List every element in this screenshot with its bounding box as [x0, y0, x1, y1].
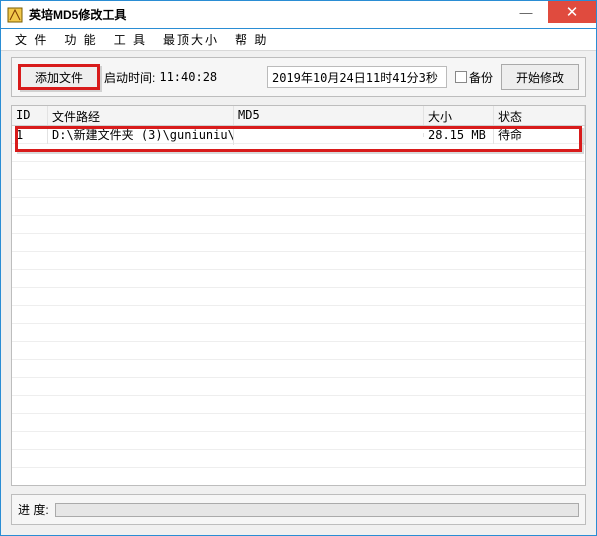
col-header-size[interactable]: 大小 [424, 106, 494, 125]
col-header-path[interactable]: 文件路经 [48, 106, 234, 125]
menu-bar: 文 件 功 能 工 具 最顶大小 帮 助 [1, 29, 596, 51]
table-row [12, 252, 585, 270]
window-title: 英培MD5修改工具 [29, 6, 126, 23]
table-row [12, 270, 585, 288]
minimize-button[interactable]: — [504, 1, 548, 23]
table-row [12, 360, 585, 378]
app-window: 英培MD5修改工具 — ✕ 文 件 功 能 工 具 最顶大小 帮 助 添加文件 … [0, 0, 597, 536]
window-controls: — ✕ [504, 1, 596, 23]
cell-status: 待命 [494, 126, 585, 145]
progress-bar [55, 503, 579, 517]
backup-label: 备份 [469, 69, 493, 86]
table-row [12, 396, 585, 414]
close-button[interactable]: ✕ [548, 1, 596, 23]
table-row[interactable]: 1 D:\新建文件夹 (3)\guniuniu\b... 28.15 MB 待命 [12, 126, 585, 144]
table-row [12, 450, 585, 468]
toolbar: 添加文件 启动时间: 11:40:28 2019年10月24日11时41分3秒 … [11, 57, 586, 97]
cell-id: 1 [12, 126, 48, 144]
table-row [12, 288, 585, 306]
add-file-button[interactable]: 添加文件 [18, 64, 100, 90]
table-header: ID 文件路经 MD5 大小 状态 [12, 106, 585, 126]
timestamp-text: 2019年10月24日11时41分3秒 [272, 69, 438, 86]
start-time-value: 11:40:28 [159, 70, 217, 84]
table-row [12, 414, 585, 432]
status-bar: 进 度: [11, 494, 586, 525]
cell-size: 28.15 MB [424, 126, 494, 144]
checkbox-icon [455, 71, 467, 83]
progress-label: 进 度: [18, 501, 49, 518]
menu-topmost[interactable]: 最顶大小 [155, 29, 227, 50]
file-table: ID 文件路经 MD5 大小 状态 1 D:\新建文件夹 (3)\guniuni… [11, 105, 586, 486]
table-row [12, 180, 585, 198]
table-row [12, 144, 585, 162]
backup-checkbox[interactable]: 备份 [455, 69, 493, 86]
table-row [12, 216, 585, 234]
table-row [12, 378, 585, 396]
table-row [12, 324, 585, 342]
cell-md5 [234, 133, 424, 137]
col-header-status[interactable]: 状态 [494, 106, 585, 125]
col-header-md5[interactable]: MD5 [234, 106, 424, 125]
table-row [12, 342, 585, 360]
table-row [12, 234, 585, 252]
app-icon [7, 7, 23, 23]
col-header-id[interactable]: ID [12, 106, 48, 125]
menu-file[interactable]: 文 件 [7, 29, 56, 50]
cell-path: D:\新建文件夹 (3)\guniuniu\b... [48, 126, 234, 145]
title-bar: 英培MD5修改工具 — ✕ [1, 1, 596, 29]
start-time-label: 启动时间: [104, 69, 155, 86]
table-row [12, 432, 585, 450]
menu-function[interactable]: 功 能 [56, 29, 105, 50]
menu-help[interactable]: 帮 助 [227, 29, 276, 50]
table-body[interactable]: 1 D:\新建文件夹 (3)\guniuniu\b... 28.15 MB 待命 [12, 126, 585, 485]
menu-tool[interactable]: 工 具 [106, 29, 155, 50]
start-modify-button[interactable]: 开始修改 [501, 64, 579, 90]
timestamp-display: 2019年10月24日11时41分3秒 [267, 66, 447, 88]
table-row [12, 162, 585, 180]
table-row [12, 306, 585, 324]
table-row [12, 198, 585, 216]
